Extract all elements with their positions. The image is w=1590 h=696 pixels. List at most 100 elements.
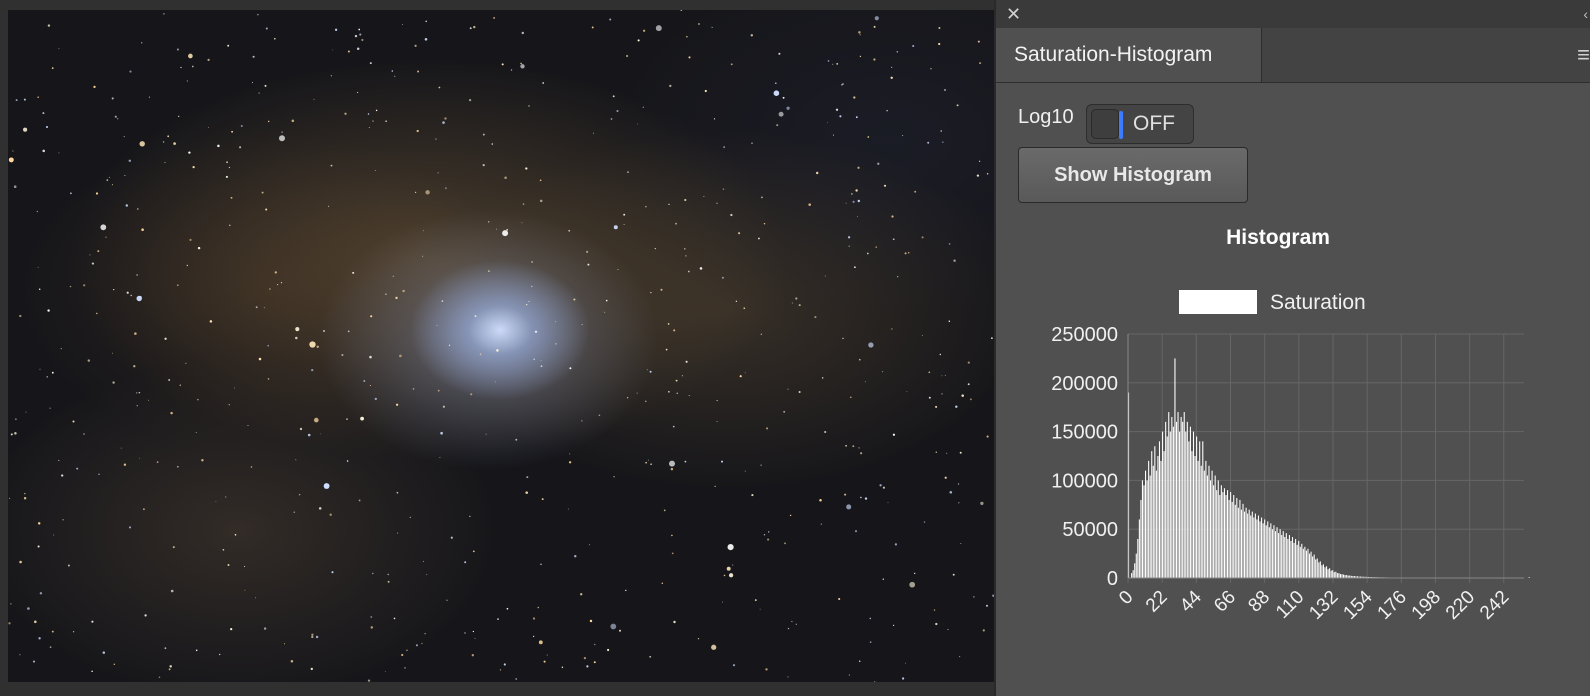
star <box>293 511 296 513</box>
star <box>372 120 374 122</box>
image-canvas[interactable] <box>0 0 1000 696</box>
toggle-knob[interactable] <box>1091 109 1119 139</box>
star <box>858 358 861 361</box>
star <box>67 564 70 567</box>
star <box>311 633 314 636</box>
x-tick-label: 198 <box>1408 587 1445 624</box>
close-icon[interactable]: ✕ <box>1006 4 1021 24</box>
star <box>87 359 91 362</box>
star <box>499 669 502 671</box>
star <box>873 25 876 28</box>
star <box>525 303 528 306</box>
star <box>358 499 361 502</box>
star <box>230 196 233 199</box>
star <box>697 638 700 640</box>
star <box>8 157 14 163</box>
histogram-bar <box>1291 537 1294 578</box>
star <box>525 167 528 170</box>
star <box>723 146 725 148</box>
star <box>510 69 513 71</box>
star <box>534 330 538 333</box>
star <box>778 111 784 117</box>
star <box>258 357 262 361</box>
star <box>654 247 656 250</box>
histogram-bar <box>1228 499 1230 578</box>
star <box>255 306 258 309</box>
star <box>869 617 872 620</box>
star <box>409 516 411 519</box>
star <box>369 384 371 387</box>
star <box>370 626 373 629</box>
star <box>980 501 984 506</box>
star <box>759 608 761 610</box>
star <box>180 66 182 69</box>
tab-saturation-histogram[interactable]: Saturation-Histogram <box>996 28 1262 82</box>
show-histogram-button[interactable]: Show Histogram <box>1018 147 1248 203</box>
star <box>857 216 858 217</box>
histogram-bar <box>1223 488 1225 578</box>
star <box>730 213 733 217</box>
star <box>426 574 428 576</box>
star <box>506 228 509 231</box>
star <box>396 491 399 494</box>
star <box>42 112 45 115</box>
histogram-bar <box>1202 441 1204 578</box>
star <box>395 296 398 300</box>
star <box>139 296 142 299</box>
histogram-bar <box>1154 446 1156 578</box>
star <box>417 70 420 73</box>
star <box>315 635 319 639</box>
star-field <box>8 10 995 682</box>
star <box>526 476 529 479</box>
histogram-bar <box>1183 412 1185 578</box>
star <box>845 202 847 204</box>
star <box>49 407 51 409</box>
star <box>979 62 982 65</box>
histogram-bar <box>1148 460 1150 578</box>
star <box>935 405 938 408</box>
histogram-bar <box>1169 431 1171 578</box>
star <box>369 355 372 359</box>
collapse-icon[interactable]: ‹ <box>1583 4 1588 24</box>
log10-toggle[interactable]: OFF <box>1086 104 1194 144</box>
star <box>422 560 424 562</box>
star <box>445 187 447 189</box>
star <box>472 630 475 633</box>
histogram-bar <box>1194 456 1196 578</box>
star <box>669 460 675 467</box>
star <box>61 474 64 477</box>
menu-icon[interactable]: ≡ <box>1577 42 1590 68</box>
star <box>660 288 663 291</box>
star <box>886 110 888 112</box>
star <box>892 433 896 436</box>
y-tick-label: 200000 <box>1051 373 1118 395</box>
star <box>546 654 548 656</box>
star <box>111 97 114 100</box>
histogram-bar <box>1268 527 1270 578</box>
histogram-bar <box>1217 480 1219 578</box>
histogram-bar <box>1206 475 1208 578</box>
histogram-bar <box>1216 490 1218 578</box>
star <box>627 171 629 174</box>
star <box>313 98 315 100</box>
star <box>105 236 107 238</box>
star <box>778 52 781 55</box>
star <box>51 67 54 69</box>
star <box>438 86 441 89</box>
star <box>474 637 476 639</box>
star <box>283 643 286 645</box>
histogram-bar <box>1278 533 1280 578</box>
star <box>892 624 895 627</box>
histogram-bar <box>1137 538 1139 578</box>
star <box>19 560 22 564</box>
star <box>953 259 956 262</box>
panel-header-bar: ✕ ‹ <box>996 0 1590 29</box>
star <box>100 224 107 231</box>
star <box>567 508 569 510</box>
star <box>537 606 540 609</box>
histogram-bar <box>1177 412 1179 578</box>
star <box>347 50 350 53</box>
star <box>589 619 593 623</box>
star <box>580 593 583 596</box>
star <box>406 649 408 652</box>
